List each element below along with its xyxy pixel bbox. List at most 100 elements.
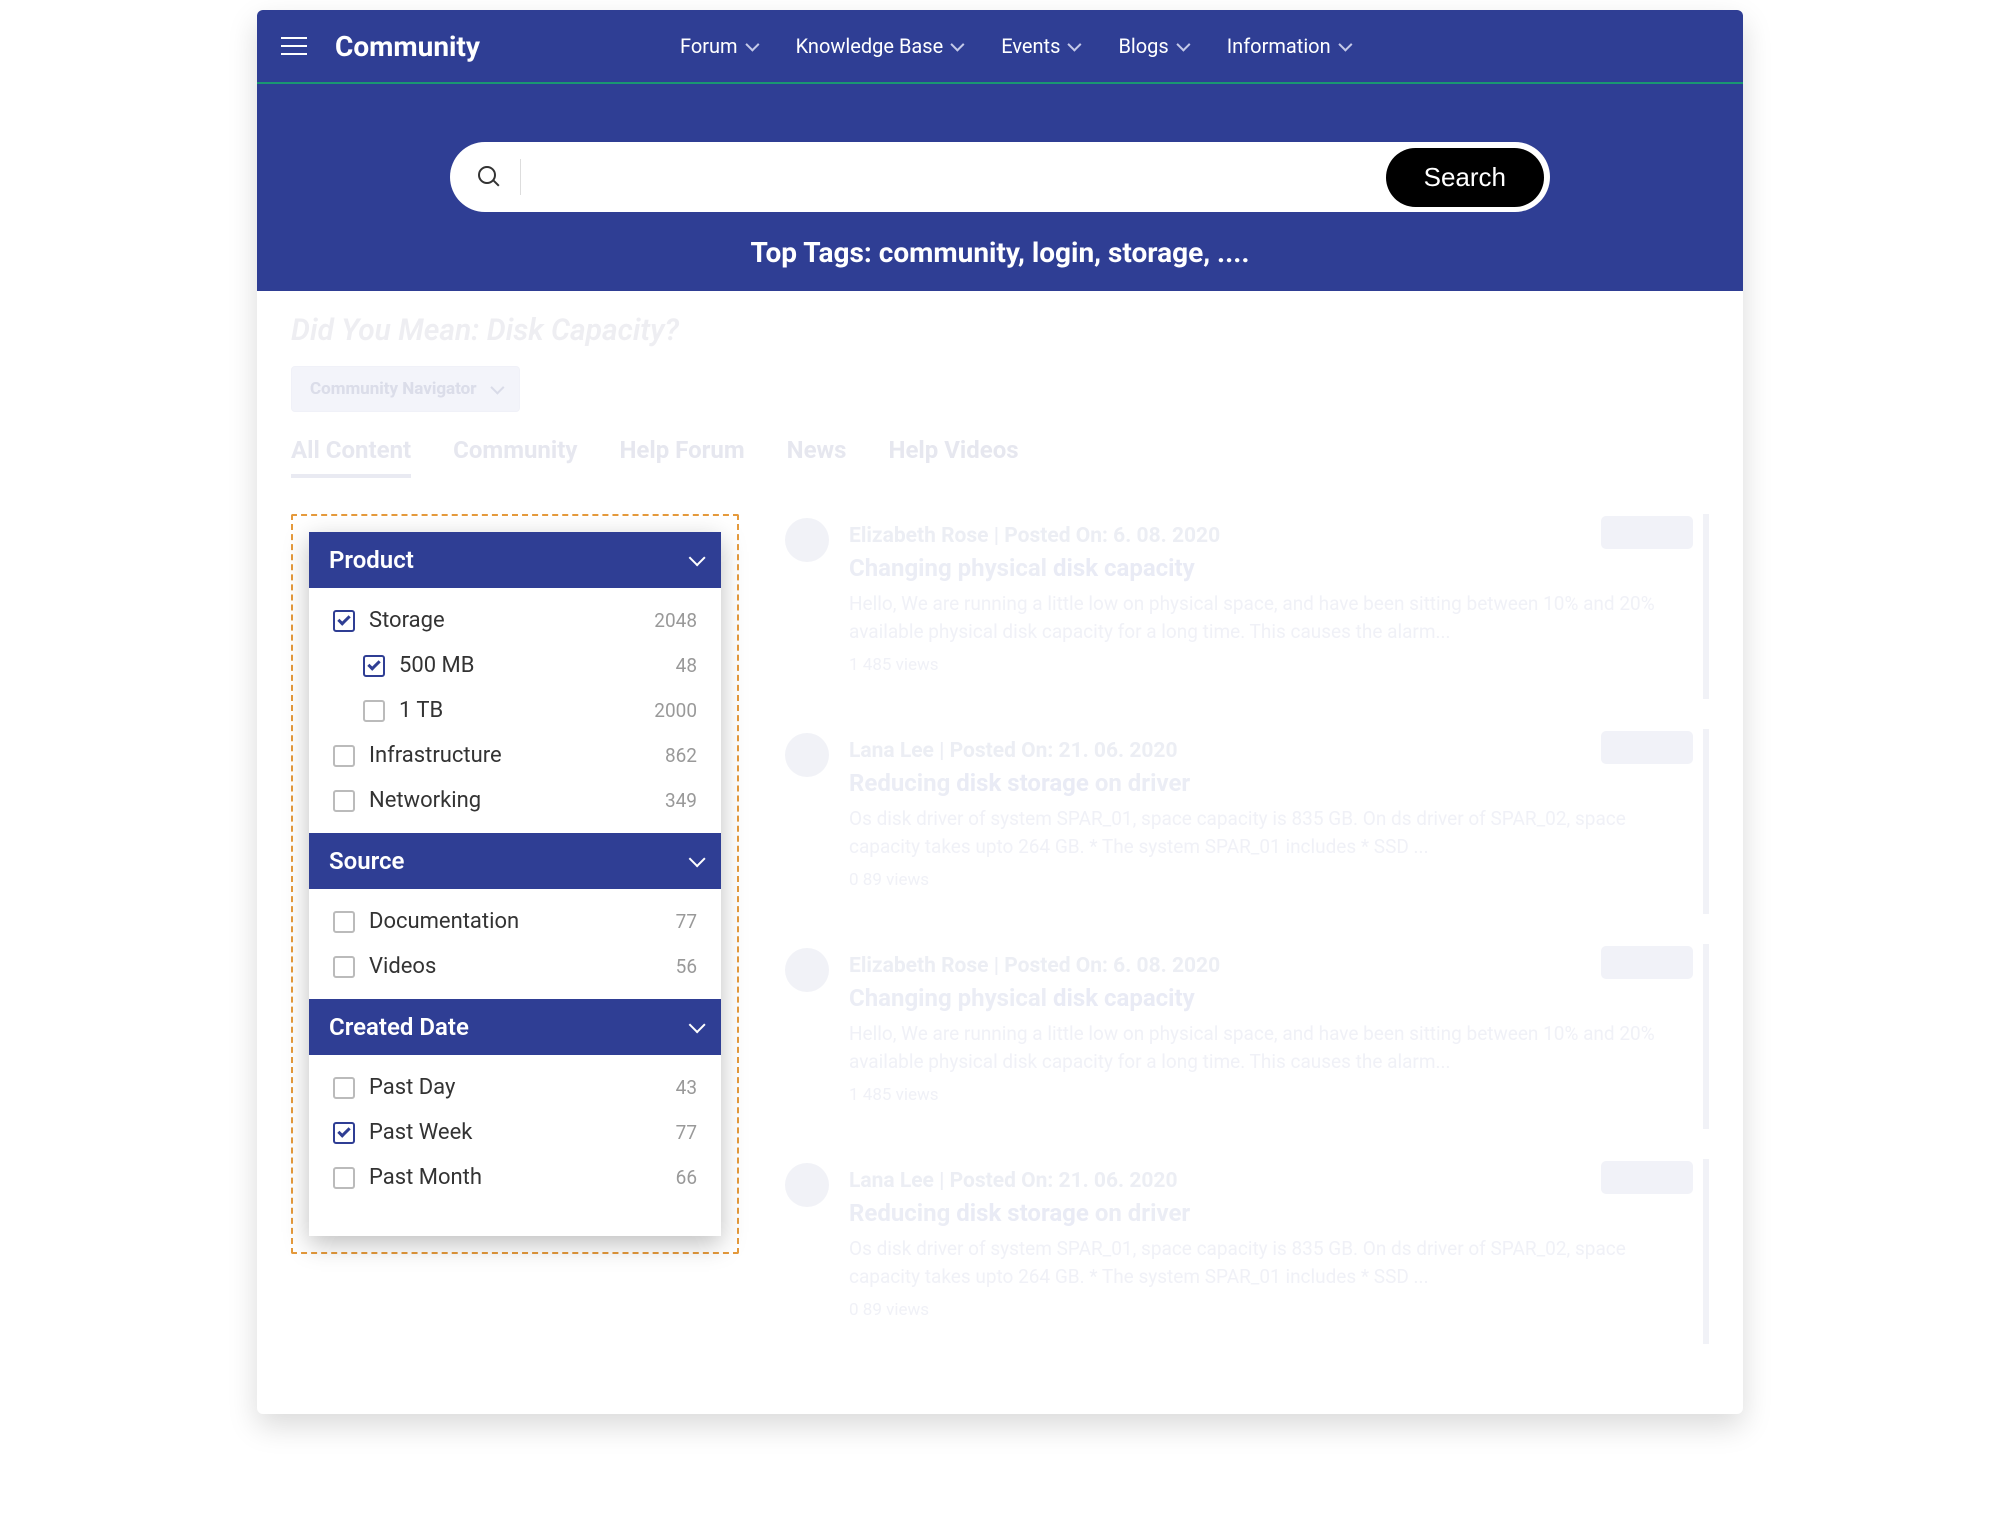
tab-community[interactable]: Community bbox=[453, 436, 577, 478]
facet-count: 862 bbox=[665, 744, 697, 767]
nav-item-information[interactable]: Information bbox=[1227, 34, 1349, 58]
chevron-down-icon bbox=[1176, 38, 1190, 52]
nav-item-events[interactable]: Events bbox=[1001, 34, 1078, 58]
facet-item-500mb[interactable]: 500 MB 48 bbox=[309, 643, 721, 688]
facet-header-source[interactable]: Source bbox=[309, 833, 721, 889]
facet-count: 77 bbox=[676, 1121, 697, 1144]
facet-body-source: Documentation 77 Videos 56 bbox=[309, 889, 721, 999]
facet-item-storage[interactable]: Storage 2048 bbox=[309, 598, 721, 643]
result-item[interactable]: Forum Elizabeth Rose | Posted On: 6. 08.… bbox=[779, 514, 1709, 699]
result-badge: Forum bbox=[1601, 516, 1693, 549]
chevron-down-icon bbox=[951, 38, 965, 52]
nav-label: Blogs bbox=[1118, 34, 1168, 58]
primary-nav: Forum Knowledge Base Events Blogs Inform… bbox=[680, 34, 1349, 58]
community-navigator-label: Community Navigator bbox=[310, 379, 477, 399]
facet-header-product[interactable]: Product bbox=[309, 532, 721, 588]
tab-help-videos[interactable]: Help Videos bbox=[889, 436, 1019, 478]
facet-header-created-date[interactable]: Created Date bbox=[309, 999, 721, 1055]
checkbox-icon bbox=[333, 1167, 355, 1189]
facet-item-videos[interactable]: Videos 56 bbox=[309, 944, 721, 989]
checkbox-icon bbox=[333, 911, 355, 933]
nav-item-knowledge-base[interactable]: Knowledge Base bbox=[796, 34, 962, 58]
facet-count: 48 bbox=[676, 654, 697, 677]
facet-item-documentation[interactable]: Documentation 77 bbox=[309, 899, 721, 944]
facet-title: Created Date bbox=[329, 1013, 469, 1041]
result-snippet: Os disk driver of system SPAR_01, space … bbox=[849, 1235, 1693, 1290]
chevron-down-icon bbox=[490, 381, 504, 395]
facet-label: Storage bbox=[369, 608, 445, 633]
chevron-down-icon bbox=[689, 850, 706, 867]
facet-body-created-date: Past Day 43 Past Week 77 bbox=[309, 1055, 721, 1210]
avatar bbox=[785, 948, 829, 992]
facet-label: Infrastructure bbox=[369, 743, 502, 768]
facet-label: Networking bbox=[369, 788, 481, 813]
result-badge: Forum bbox=[1601, 731, 1693, 764]
search-input[interactable] bbox=[539, 164, 1386, 190]
avatar bbox=[785, 733, 829, 777]
result-snippet: Os disk driver of system SPAR_01, space … bbox=[849, 805, 1693, 860]
facet-panel: Product Storage 2048 bbox=[309, 532, 721, 1236]
nav-label: Events bbox=[1001, 34, 1060, 58]
facet-count: 66 bbox=[676, 1166, 697, 1189]
nav-label: Forum bbox=[680, 34, 738, 58]
result-item[interactable]: Forum Lana Lee | Posted On: 21. 06. 2020… bbox=[779, 1159, 1709, 1344]
result-meta: Elizabeth Rose | Posted On: 6. 08. 2020 bbox=[849, 954, 1693, 978]
result-snippet: Hello, We are running a little low on ph… bbox=[849, 590, 1693, 645]
result-title: Changing physical disk capacity bbox=[849, 984, 1693, 1012]
app-window: Community Forum Knowledge Base Events Bl… bbox=[257, 10, 1743, 1414]
facet-label: Videos bbox=[369, 954, 436, 979]
checkbox-icon bbox=[363, 700, 385, 722]
facet-item-past-month[interactable]: Past Month 66 bbox=[309, 1155, 721, 1200]
checkbox-icon bbox=[333, 956, 355, 978]
facet-label: Past Day bbox=[369, 1075, 455, 1100]
community-navigator-dropdown[interactable]: Community Navigator bbox=[291, 366, 520, 412]
hamburger-icon[interactable] bbox=[281, 37, 307, 55]
did-you-mean-suggestion[interactable]: Did You Mean: Disk Capacity? bbox=[291, 313, 1709, 348]
checkbox-checked-icon bbox=[363, 655, 385, 677]
checkbox-checked-icon bbox=[333, 1122, 355, 1144]
tab-all-content[interactable]: All Content bbox=[291, 436, 411, 478]
search-button[interactable]: Search bbox=[1386, 148, 1544, 207]
nav-item-forum[interactable]: Forum bbox=[680, 34, 756, 58]
facet-title: Source bbox=[329, 847, 404, 875]
facet-item-networking[interactable]: Networking 349 bbox=[309, 778, 721, 823]
facet-item-infrastructure[interactable]: Infrastructure 862 bbox=[309, 733, 721, 778]
avatar bbox=[785, 518, 829, 562]
search-hero: Search Top Tags: community, login, stora… bbox=[257, 84, 1743, 291]
tab-help-forum[interactable]: Help Forum bbox=[619, 436, 744, 478]
chevron-down-icon bbox=[1338, 38, 1352, 52]
search-icon bbox=[478, 166, 500, 188]
chevron-down-icon bbox=[745, 38, 759, 52]
facet-count: 349 bbox=[665, 789, 697, 812]
facet-item-past-week[interactable]: Past Week 77 bbox=[309, 1110, 721, 1155]
facet-label: 500 MB bbox=[399, 653, 474, 678]
chevron-down-icon bbox=[689, 549, 706, 566]
result-badge: Forum bbox=[1601, 946, 1693, 979]
top-tags-label: Top Tags: community, login, storage, ...… bbox=[257, 236, 1743, 269]
tab-news[interactable]: News bbox=[787, 436, 847, 478]
facet-count: 2048 bbox=[654, 609, 697, 632]
facet-label: Past Week bbox=[369, 1120, 472, 1145]
nav-label: Information bbox=[1227, 34, 1331, 58]
result-item[interactable]: Forum Lana Lee | Posted On: 21. 06. 2020… bbox=[779, 729, 1709, 914]
search-bar: Search bbox=[450, 142, 1550, 212]
facet-label: Documentation bbox=[369, 909, 519, 934]
top-bar: Community Forum Knowledge Base Events Bl… bbox=[257, 10, 1743, 84]
result-footer: 0 89 views bbox=[849, 870, 1693, 890]
divider bbox=[520, 159, 521, 195]
result-tabs: All Content Community Help Forum News He… bbox=[291, 436, 1709, 478]
facet-title: Product bbox=[329, 546, 414, 574]
result-footer: 1 485 views bbox=[849, 1085, 1693, 1105]
checkbox-icon bbox=[333, 745, 355, 767]
result-item[interactable]: Forum Elizabeth Rose | Posted On: 6. 08.… bbox=[779, 944, 1709, 1129]
result-footer: 0 89 views bbox=[849, 1300, 1693, 1320]
nav-item-blogs[interactable]: Blogs bbox=[1118, 34, 1186, 58]
result-title: Reducing disk storage on driver bbox=[849, 769, 1693, 797]
result-meta: Elizabeth Rose | Posted On: 6. 08. 2020 bbox=[849, 524, 1693, 548]
avatar bbox=[785, 1163, 829, 1207]
facet-count: 56 bbox=[676, 955, 697, 978]
facet-item-1tb[interactable]: 1 TB 2000 bbox=[309, 688, 721, 733]
results-list: Forum Elizabeth Rose | Posted On: 6. 08.… bbox=[779, 514, 1709, 1374]
facet-item-past-day[interactable]: Past Day 43 bbox=[309, 1065, 721, 1110]
chevron-down-icon bbox=[689, 1016, 706, 1033]
